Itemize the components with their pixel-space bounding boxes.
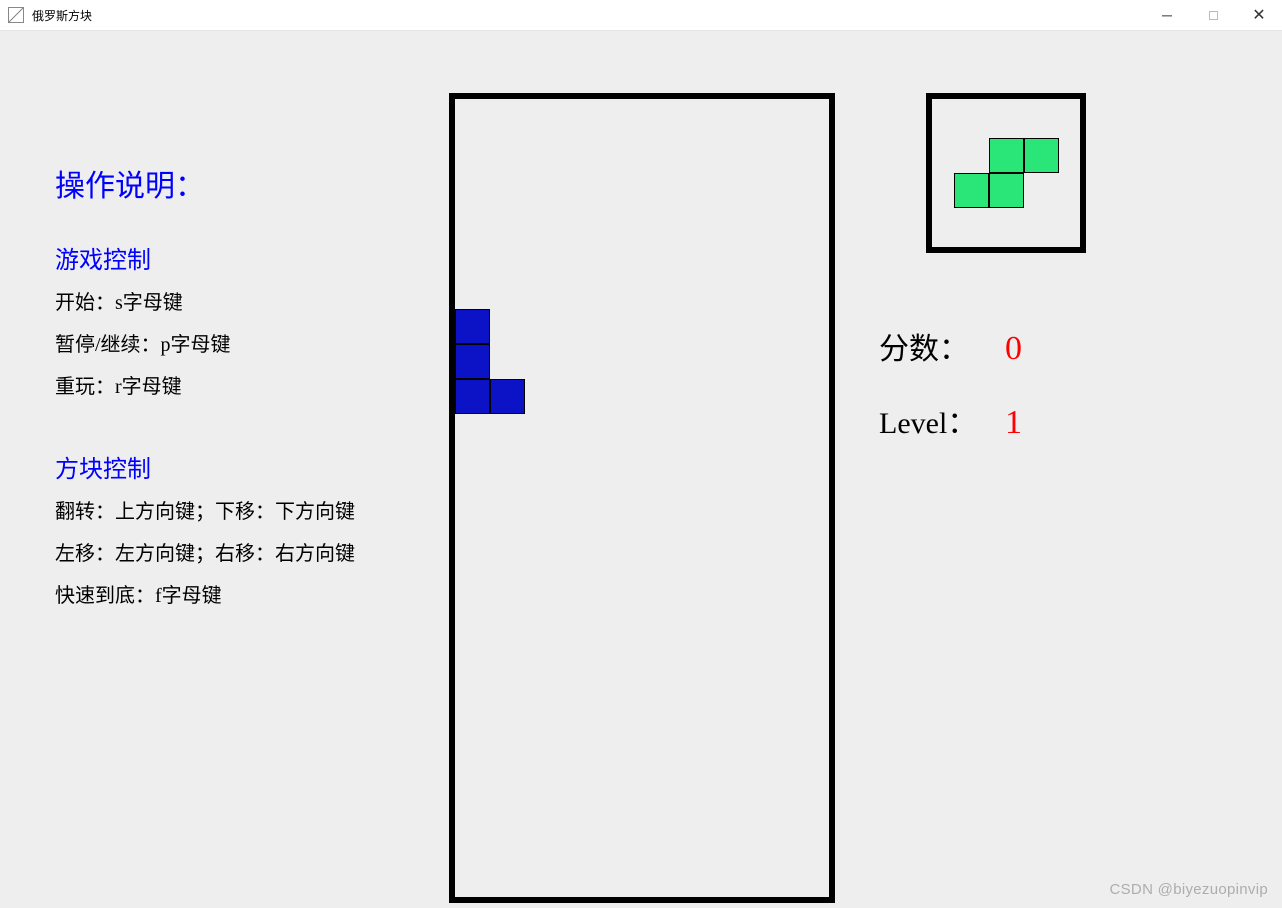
watermark-text: CSDN @biyezuopinvip bbox=[1110, 881, 1269, 898]
window-controls: ─ ✕ bbox=[1144, 0, 1282, 30]
instruction-start: 开始：s字母键 bbox=[55, 293, 415, 313]
instructions-panel: 操作说明： 游戏控制 开始：s字母键 暂停/继续：p字母键 重玩：r字母键 方块… bbox=[55, 161, 415, 628]
close-button[interactable]: ✕ bbox=[1236, 0, 1282, 30]
instructions-title: 操作说明： bbox=[55, 161, 415, 205]
instruction-move: 左移：左方向键；右移：右方向键 bbox=[55, 544, 415, 564]
preview-cell bbox=[989, 173, 1024, 208]
piece-cell bbox=[455, 379, 490, 414]
next-piece-preview bbox=[926, 93, 1086, 253]
score-label: 分数： bbox=[879, 324, 1005, 368]
score-row: 分数： 0 bbox=[879, 324, 1022, 368]
preview-cell bbox=[1024, 138, 1059, 173]
game-control-section-title: 游戏控制 bbox=[55, 240, 415, 275]
instruction-replay: 重玩：r字母键 bbox=[55, 377, 415, 397]
level-label: Level： bbox=[879, 398, 1005, 442]
game-board[interactable] bbox=[449, 93, 835, 903]
score-value: 0 bbox=[1005, 330, 1022, 368]
game-board-container bbox=[449, 93, 835, 903]
instruction-pause: 暂停/继续：p字母键 bbox=[55, 335, 415, 355]
preview-cell bbox=[954, 173, 989, 208]
app-icon bbox=[8, 7, 24, 23]
game-client-area: 操作说明： 游戏控制 开始：s字母键 暂停/继续：p字母键 重玩：r字母键 方块… bbox=[0, 31, 1282, 908]
preview-cell bbox=[989, 138, 1024, 173]
piece-cell bbox=[490, 379, 525, 414]
piece-cell bbox=[455, 344, 490, 379]
level-row: Level： 1 bbox=[879, 398, 1022, 442]
maximize-button[interactable] bbox=[1190, 0, 1236, 30]
window-titlebar: 俄罗斯方块 ─ ✕ bbox=[0, 0, 1282, 31]
minimize-button[interactable]: ─ bbox=[1144, 0, 1190, 30]
next-piece-container bbox=[926, 93, 1086, 253]
instruction-drop: 快速到底：f字母键 bbox=[55, 586, 415, 606]
block-control-section-title: 方块控制 bbox=[55, 449, 415, 484]
window-title: 俄罗斯方块 bbox=[32, 7, 92, 24]
stats-panel: 分数： 0 Level： 1 bbox=[879, 324, 1022, 472]
piece-cell bbox=[455, 309, 490, 344]
level-value: 1 bbox=[1005, 404, 1022, 442]
instruction-rotate: 翻转：上方向键；下移：下方向键 bbox=[55, 502, 415, 522]
